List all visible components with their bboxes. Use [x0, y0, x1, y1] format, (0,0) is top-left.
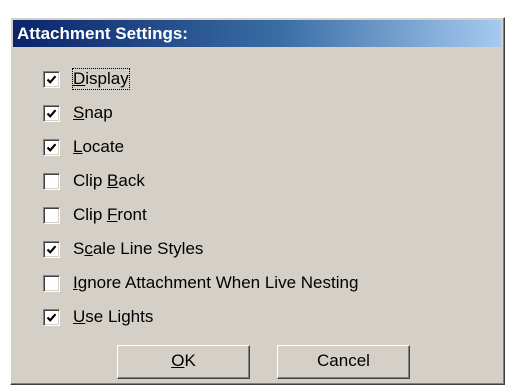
option-clip-back[interactable]: Clip Back: [43, 164, 358, 198]
scale-line-styles-checkbox[interactable]: [43, 240, 60, 258]
checkmark-icon: [46, 142, 57, 152]
clip-front-checkbox[interactable]: [43, 206, 60, 224]
ignore-attachment-label: Ignore Attachment When Live Nesting: [73, 273, 359, 292]
checkmark-icon: [46, 74, 57, 84]
option-ignore-attachment-live-nesting[interactable]: Ignore Attachment When Live Nesting: [43, 266, 358, 300]
locate-label: Locate: [73, 137, 125, 156]
display-label: Display: [72, 68, 130, 90]
option-scale-line-styles[interactable]: Scale Line Styles: [43, 232, 358, 266]
clip-back-label: Clip Back: [73, 171, 145, 190]
use-lights-label: Use Lights: [73, 307, 154, 326]
checkmark-icon: [46, 312, 57, 322]
ok-mnemonic: O: [171, 351, 185, 370]
checkmark-icon: [46, 108, 57, 118]
option-use-lights[interactable]: Use Lights: [43, 300, 358, 334]
option-locate[interactable]: Locate: [43, 130, 358, 164]
snap-checkbox[interactable]: [43, 104, 60, 122]
option-display[interactable]: Display: [43, 62, 358, 96]
use-lights-checkbox[interactable]: [43, 308, 60, 326]
checkmark-icon: [46, 244, 57, 254]
locate-checkbox[interactable]: [43, 138, 60, 156]
scale-line-styles-label: Scale Line Styles: [73, 239, 204, 258]
dialog-title: Attachment Settings:: [13, 20, 501, 47]
clip-front-label: Clip Front: [73, 205, 147, 224]
ok-button[interactable]: OK: [117, 345, 250, 379]
option-snap[interactable]: Snap: [43, 96, 358, 130]
ok-label-rest: K: [184, 351, 196, 370]
clip-back-checkbox[interactable]: [43, 172, 60, 190]
options-list: Display Snap Locate Clip Back Clip Front…: [43, 62, 358, 334]
ignore-attachment-checkbox[interactable]: [43, 274, 60, 292]
snap-label: Snap: [73, 103, 113, 122]
attachment-settings-dialog: Attachment Settings: Display Snap Locate…: [10, 17, 505, 385]
option-clip-front[interactable]: Clip Front: [43, 198, 358, 232]
display-checkbox[interactable]: [43, 70, 60, 88]
cancel-button[interactable]: Cancel: [277, 345, 410, 379]
